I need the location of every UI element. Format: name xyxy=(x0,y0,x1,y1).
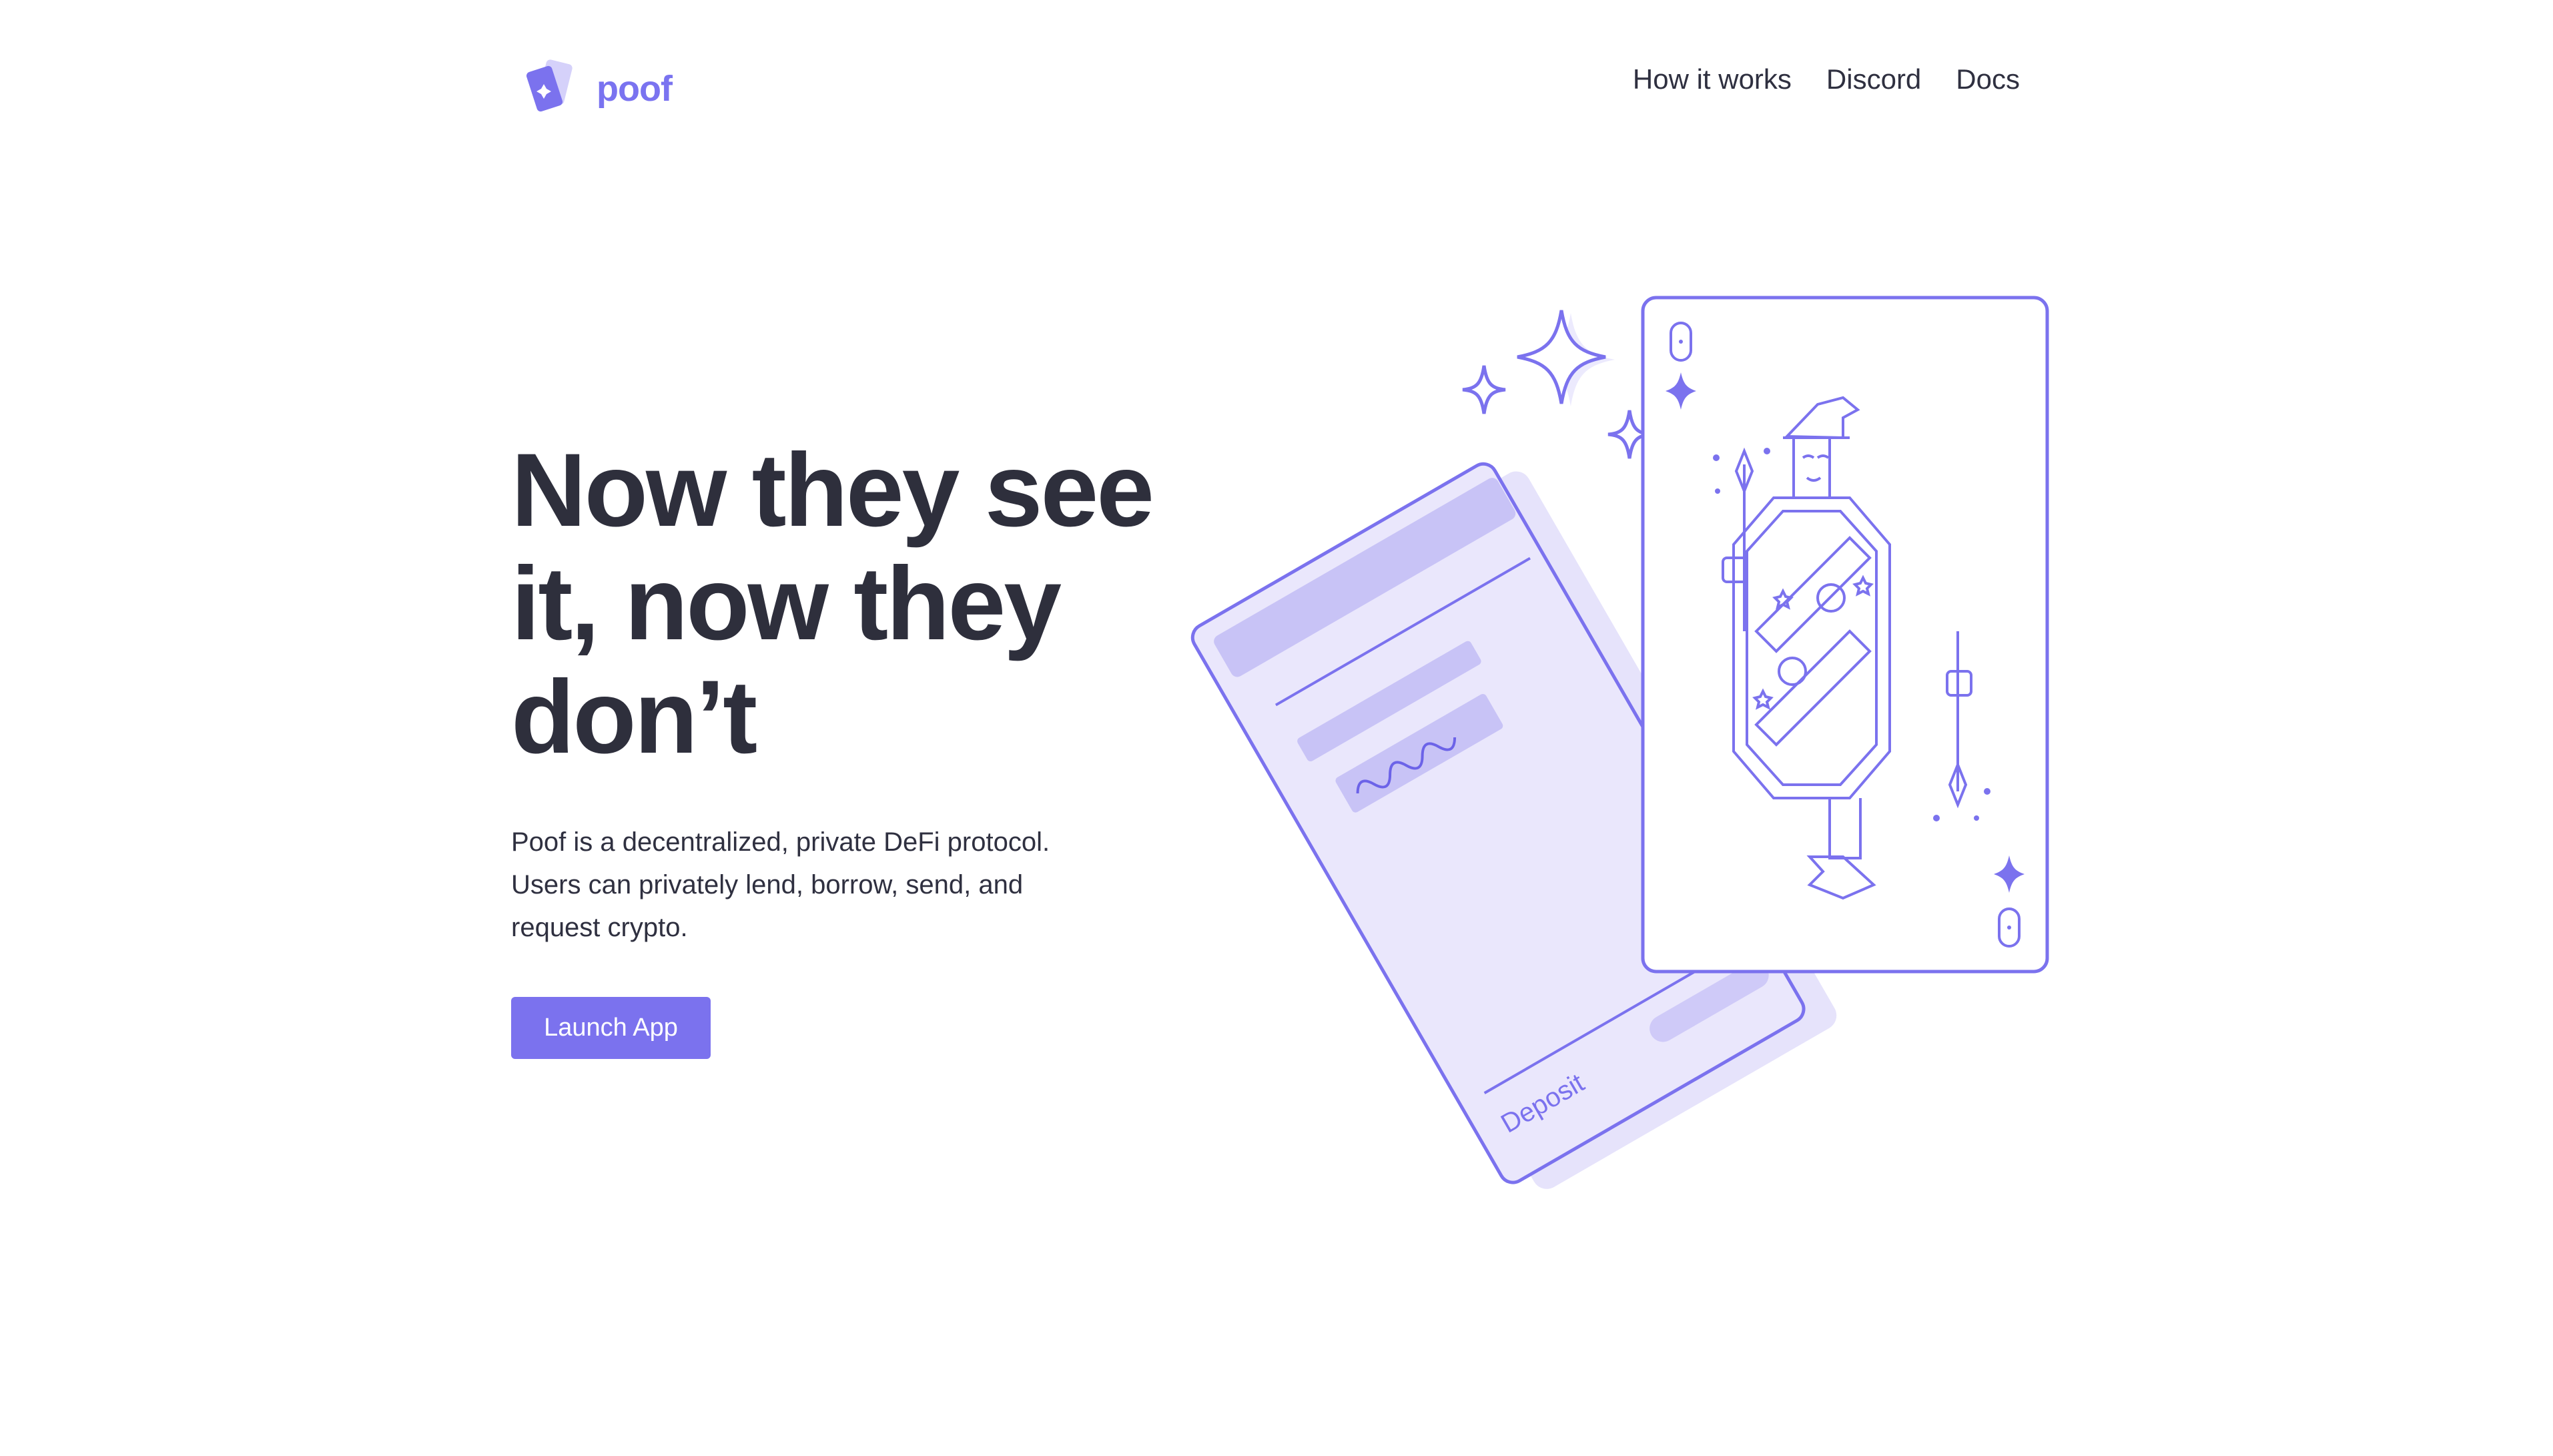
hero-description: Poof is a decentralized, private DeFi pr… xyxy=(511,821,1085,949)
queen-playing-card xyxy=(1641,296,2049,974)
brand-name: poof xyxy=(597,69,673,109)
landing-page: poof How it works Discord Docs Now they … xyxy=(0,0,2553,1456)
nav-link-docs[interactable]: Docs xyxy=(1956,63,2020,95)
launch-app-button[interactable]: Launch App xyxy=(511,997,711,1059)
description-line: Poof is a decentralized, private DeFi pr… xyxy=(511,827,1050,857)
hero-illustration: Deposit xyxy=(1190,296,2049,1189)
description-line: request crypto. xyxy=(511,913,688,942)
hero-headline: Now they see it, now they don’t xyxy=(511,434,1165,774)
headline-line: Now they see xyxy=(511,432,1154,549)
headline-line: it, now they xyxy=(511,546,1062,662)
stacked-cards-logo-icon xyxy=(526,59,573,112)
brand-logo[interactable]: poof xyxy=(522,59,673,119)
sparkle-icon xyxy=(1462,365,1506,414)
sparkle-icon xyxy=(1517,310,1615,406)
top-nav: How it works Discord Docs xyxy=(1633,63,2020,95)
description-line: Users can privately lend, borrow, send, … xyxy=(511,870,1024,899)
headline-line: don’t xyxy=(511,659,757,775)
nav-link-discord[interactable]: Discord xyxy=(1826,63,1921,95)
nav-link-how-it-works[interactable]: How it works xyxy=(1633,63,1792,95)
